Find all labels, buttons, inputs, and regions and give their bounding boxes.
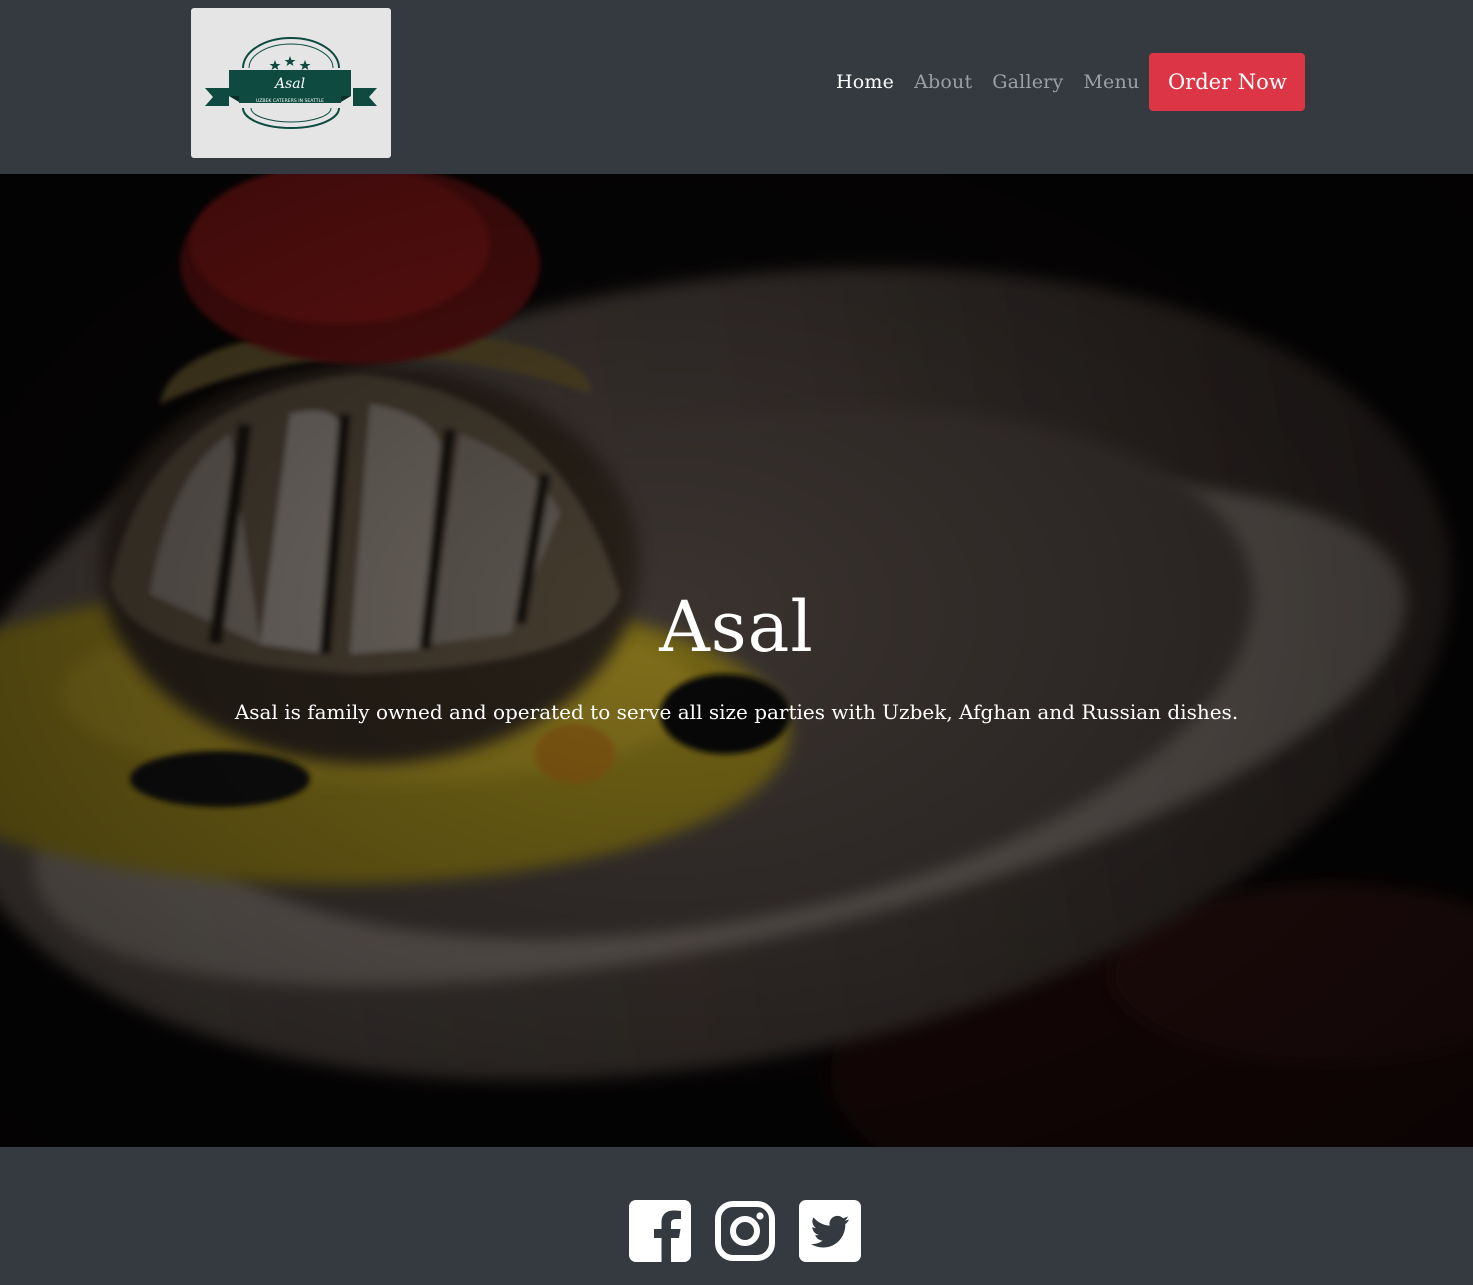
facebook-icon — [629, 1200, 691, 1262]
navbar: Asal UZBEK CATERERS IN SEATTLE Home Abou… — [0, 0, 1473, 174]
nav-item-gallery[interactable]: Gallery — [982, 71, 1073, 93]
instagram-icon — [715, 1201, 775, 1261]
nav-item-home[interactable]: Home — [826, 71, 904, 93]
twitter-link[interactable] — [799, 1200, 861, 1262]
brand-logo-link[interactable]: Asal UZBEK CATERERS IN SEATTLE — [191, 8, 391, 158]
footer — [0, 1147, 1473, 1285]
order-now-button[interactable]: Order Now — [1149, 53, 1306, 111]
hero-section: Asal Asal is family owned and operated t… — [0, 174, 1473, 1147]
nav-item-about[interactable]: About — [904, 71, 982, 93]
logo-emblem-icon: Asal UZBEK CATERERS IN SEATTLE — [205, 37, 377, 129]
main-nav: Home About Gallery Menu Order Now — [826, 53, 1306, 111]
social-links — [629, 1200, 861, 1262]
logo-tagline-text: UZBEK CATERERS IN SEATTLE — [256, 98, 324, 104]
twitter-icon — [799, 1200, 861, 1262]
facebook-link[interactable] — [629, 1200, 691, 1262]
instagram-link[interactable] — [714, 1200, 776, 1262]
hero-title: Asal — [659, 586, 814, 668]
nav-item-menu[interactable]: Menu — [1073, 71, 1149, 93]
logo-name-text: Asal — [273, 76, 305, 92]
hero-subtitle: Asal is family owned and operated to ser… — [234, 700, 1239, 724]
